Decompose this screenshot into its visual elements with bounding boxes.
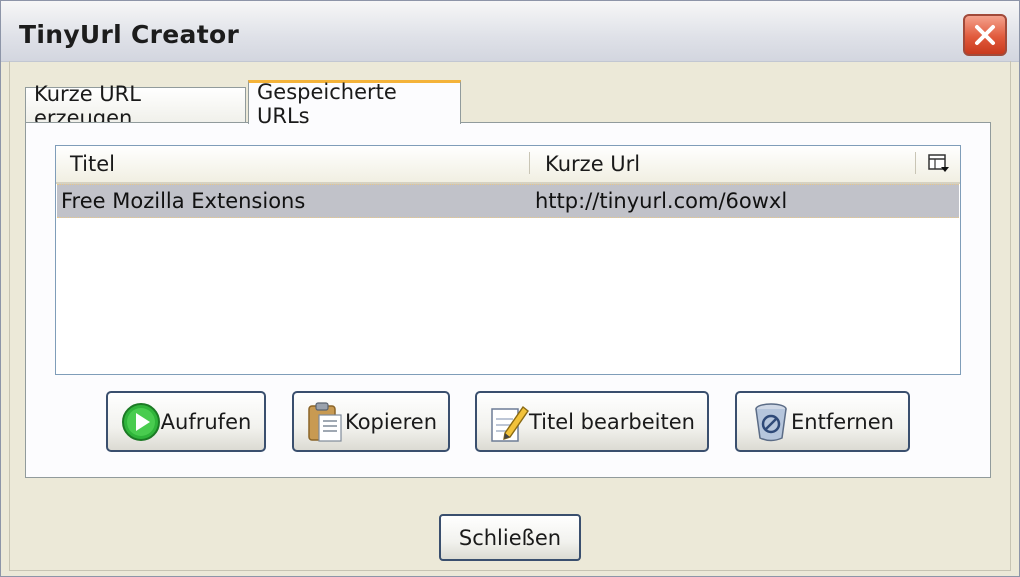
edit-pencil-icon (489, 401, 529, 443)
open-url-label: Aufrufen (160, 409, 252, 434)
column-header-short-url[interactable]: Kurze Url (545, 146, 640, 182)
play-icon (121, 402, 161, 442)
remove-url-label: Entfernen (791, 409, 894, 434)
table-row[interactable]: Free Mozilla Extensions http://tinyurl.c… (57, 184, 959, 218)
close-button[interactable]: Schließen (439, 514, 581, 561)
column-picker-icon[interactable] (928, 154, 950, 174)
saved-urls-list[interactable]: Titel Kurze Url Free Mozilla Extensions … (55, 145, 961, 375)
trash-icon (751, 401, 791, 443)
open-url-button[interactable]: Aufrufen (106, 391, 266, 452)
edit-title-label: Titel bearbeiten (529, 409, 695, 434)
column-separator[interactable] (529, 152, 530, 174)
title-bar[interactable]: TinyUrl Creator (1, 1, 1019, 62)
tab-saved-urls[interactable]: Gespeicherte URLs (248, 80, 461, 128)
tab-create-short-url[interactable]: Kurze URL erzeugen (25, 82, 246, 130)
clipboard-icon (305, 401, 345, 443)
list-header: Titel Kurze Url (56, 146, 960, 184)
close-button-label: Schließen (458, 525, 562, 550)
column-header-title[interactable]: Titel (70, 146, 115, 182)
remove-url-button[interactable]: Entfernen (735, 391, 910, 452)
edit-title-button[interactable]: Titel bearbeiten (475, 391, 709, 452)
copy-url-label: Kopieren (344, 409, 438, 434)
row-short-url: http://tinyurl.com/6owxl (535, 189, 788, 213)
column-separator[interactable] (915, 152, 916, 174)
copy-url-button[interactable]: Kopieren (292, 391, 450, 452)
close-window-button[interactable] (963, 14, 1007, 56)
close-icon (975, 25, 995, 45)
window-title: TinyUrl Creator (19, 20, 240, 49)
row-title: Free Mozilla Extensions (61, 189, 306, 213)
tab-label: Gespeicherte URLs (257, 79, 397, 128)
